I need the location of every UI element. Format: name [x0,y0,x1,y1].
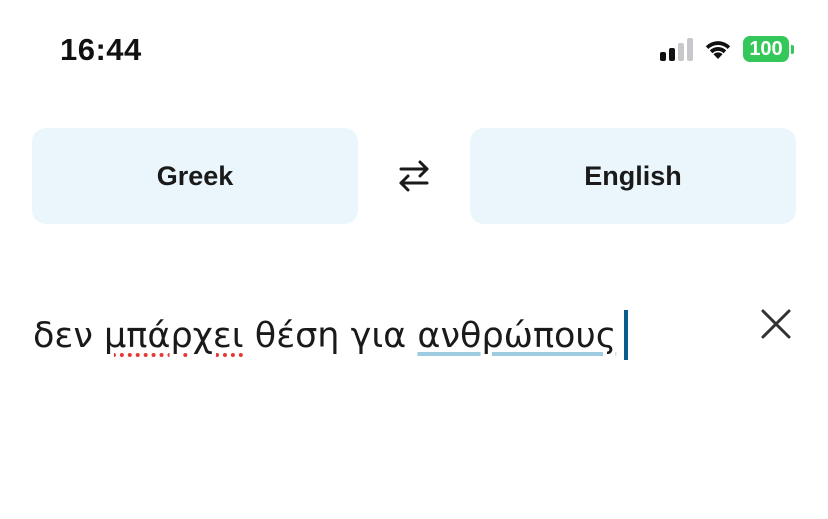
source-language-label: Greek [156,160,234,191]
input-word: για [350,316,407,356]
status-indicators: 100 [660,36,794,62]
source-text-input[interactable]: δεν μπάρχει θέση για ανθρώπους [33,310,629,362]
text-caret [624,310,629,360]
wifi-icon [705,41,731,59]
status-time: 16:44 [60,32,142,67]
swap-languages-button[interactable] [392,154,436,198]
target-language-button[interactable]: English [470,128,796,224]
source-language-button[interactable]: Greek [32,128,358,224]
input-word: δεν [33,316,93,356]
input-word-suggestion[interactable]: ανθρώπους [417,316,616,356]
translator-screen: 16:44 100 Greek English δεν μπάρχει θέση… [0,0,828,519]
battery-tip [791,44,794,54]
battery-icon: 100 [743,36,794,62]
target-language-label: English [584,160,682,191]
close-icon [761,309,791,339]
input-word: θέση [254,316,340,356]
battery-level: 100 [743,36,789,62]
input-word-misspelled[interactable]: μπάρχει [104,316,244,356]
clear-text-button[interactable] [758,306,794,342]
cellular-signal-icon [660,37,693,61]
swap-arrows-icon [399,160,429,192]
